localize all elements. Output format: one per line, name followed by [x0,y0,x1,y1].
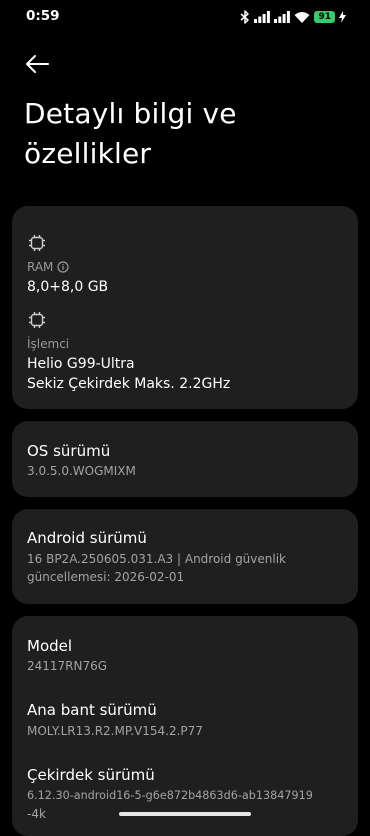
device-info-card: Model 24117RN76G Ana bant sürümü MOLY.LR… [12,616,358,836]
ram-label-text: RAM [27,260,54,274]
signal-icon [254,11,271,23]
hardware-card[interactable]: RAM 8,0+8,0 GB İşlemci Helio G99-Ultra S… [12,206,358,409]
info-icon[interactable] [57,261,70,276]
page-title: Detaylı bilgi ve özellikler [24,97,237,170]
android-version-line1: 16 BP2A.250605.031.A3 | Android güvenlik [27,552,286,566]
bluetooth-icon [240,10,250,24]
battery-icon: 91 [314,11,335,23]
baseband-title: Ana bant sürümü [27,701,157,719]
android-version-line2: güncellemesi: 2026-02-01 [27,570,185,584]
signal-icon [274,11,291,23]
arrow-left-icon [22,55,52,82]
kernel-title: Çekirdek sürümü [27,766,155,784]
status-bar: 0:59 91 [0,0,370,34]
ram-value: 8,0+8,0 GB [27,279,109,295]
android-version-card[interactable]: Android sürümü 16 BP2A.250605.031.A3 | A… [12,509,358,604]
charging-icon [339,11,346,23]
os-version-title: OS sürümü [27,442,111,460]
ram-label: RAM [27,260,70,276]
baseband-value: MOLY.LR13.R2.MP.V154.2.P77 [27,724,203,738]
processor-label: İşlemci [27,337,70,351]
os-version-value: 3.0.5.0.WOGMIXM [27,464,136,478]
processor-name: Helio G99-Ultra [27,356,135,372]
model-value: 24117RN76G [27,659,108,673]
kernel-value-line1: 6.12.30-android16-5-g6e872b4863d6-ab1384… [27,789,313,802]
processor-chip-icon [28,311,46,329]
os-version-card[interactable]: OS sürümü 3.0.5.0.WOGMIXM [12,421,358,497]
wifi-icon [294,11,310,23]
ram-chip-icon [28,234,46,252]
processor-spec: Sekiz Çekirdek Maks. 2.2GHz [27,376,231,392]
back-button[interactable] [22,50,52,78]
status-time: 0:59 [26,8,60,24]
home-indicator[interactable] [119,812,251,816]
model-title: Model [27,637,73,655]
android-version-title: Android sürümü [27,529,147,547]
status-icons: 91 [240,9,346,25]
